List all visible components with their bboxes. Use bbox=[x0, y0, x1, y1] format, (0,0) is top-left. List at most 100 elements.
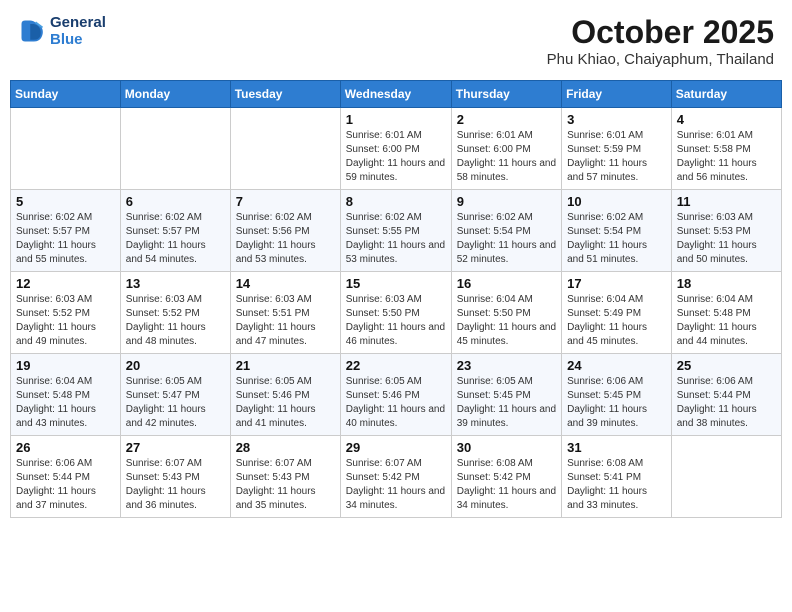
calendar-week-row: 1 Sunrise: 6:01 AMSunset: 6:00 PMDayligh… bbox=[11, 108, 782, 190]
day-number: 26 bbox=[16, 440, 115, 455]
table-row: 6 Sunrise: 6:02 AMSunset: 5:57 PMDayligh… bbox=[120, 190, 230, 272]
table-row: 23 Sunrise: 6:05 AMSunset: 5:45 PMDaylig… bbox=[451, 354, 561, 436]
day-info: Sunrise: 6:04 AMSunset: 5:49 PMDaylight:… bbox=[567, 293, 666, 349]
logo-text: General Blue bbox=[50, 14, 106, 48]
month-title: October 2025 bbox=[547, 14, 774, 51]
day-number: 12 bbox=[16, 276, 115, 291]
day-info: Sunrise: 6:01 AMSunset: 6:00 PMDaylight:… bbox=[346, 129, 446, 185]
day-info: Sunrise: 6:03 AMSunset: 5:50 PMDaylight:… bbox=[346, 293, 446, 349]
day-number: 21 bbox=[236, 358, 335, 373]
col-friday: Friday bbox=[562, 81, 672, 108]
day-info: Sunrise: 6:04 AMSunset: 5:48 PMDaylight:… bbox=[16, 375, 115, 431]
table-row: 22 Sunrise: 6:05 AMSunset: 5:46 PMDaylig… bbox=[340, 354, 451, 436]
day-number: 8 bbox=[346, 194, 446, 209]
col-wednesday: Wednesday bbox=[340, 81, 451, 108]
table-row: 26 Sunrise: 6:06 AMSunset: 5:44 PMDaylig… bbox=[11, 436, 121, 518]
page-header: General Blue October 2025 Phu Khiao, Cha… bbox=[10, 10, 782, 72]
table-row: 8 Sunrise: 6:02 AMSunset: 5:55 PMDayligh… bbox=[340, 190, 451, 272]
day-info: Sunrise: 6:08 AMSunset: 5:42 PMDaylight:… bbox=[457, 457, 556, 513]
table-row: 2 Sunrise: 6:01 AMSunset: 6:00 PMDayligh… bbox=[451, 108, 561, 190]
table-row: 13 Sunrise: 6:03 AMSunset: 5:52 PMDaylig… bbox=[120, 272, 230, 354]
day-number: 31 bbox=[567, 440, 666, 455]
table-row: 25 Sunrise: 6:06 AMSunset: 5:44 PMDaylig… bbox=[671, 354, 781, 436]
table-row: 27 Sunrise: 6:07 AMSunset: 5:43 PMDaylig… bbox=[120, 436, 230, 518]
table-row: 11 Sunrise: 6:03 AMSunset: 5:53 PMDaylig… bbox=[671, 190, 781, 272]
col-saturday: Saturday bbox=[671, 81, 781, 108]
day-number: 23 bbox=[457, 358, 556, 373]
table-row: 30 Sunrise: 6:08 AMSunset: 5:42 PMDaylig… bbox=[451, 436, 561, 518]
day-number: 10 bbox=[567, 194, 666, 209]
day-number: 1 bbox=[346, 112, 446, 127]
table-row: 12 Sunrise: 6:03 AMSunset: 5:52 PMDaylig… bbox=[11, 272, 121, 354]
table-row: 18 Sunrise: 6:04 AMSunset: 5:48 PMDaylig… bbox=[671, 272, 781, 354]
day-number: 4 bbox=[677, 112, 776, 127]
day-number: 18 bbox=[677, 276, 776, 291]
day-info: Sunrise: 6:07 AMSunset: 5:43 PMDaylight:… bbox=[236, 457, 335, 513]
calendar-week-row: 12 Sunrise: 6:03 AMSunset: 5:52 PMDaylig… bbox=[11, 272, 782, 354]
table-row: 7 Sunrise: 6:02 AMSunset: 5:56 PMDayligh… bbox=[230, 190, 340, 272]
table-row bbox=[230, 108, 340, 190]
day-number: 5 bbox=[16, 194, 115, 209]
day-number: 30 bbox=[457, 440, 556, 455]
table-row: 1 Sunrise: 6:01 AMSunset: 6:00 PMDayligh… bbox=[340, 108, 451, 190]
day-info: Sunrise: 6:04 AMSunset: 5:48 PMDaylight:… bbox=[677, 293, 776, 349]
table-row: 20 Sunrise: 6:05 AMSunset: 5:47 PMDaylig… bbox=[120, 354, 230, 436]
day-info: Sunrise: 6:02 AMSunset: 5:57 PMDaylight:… bbox=[126, 211, 225, 267]
table-row: 4 Sunrise: 6:01 AMSunset: 5:58 PMDayligh… bbox=[671, 108, 781, 190]
calendar-week-row: 26 Sunrise: 6:06 AMSunset: 5:44 PMDaylig… bbox=[11, 436, 782, 518]
location: Phu Khiao, Chaiyaphum, Thailand bbox=[547, 51, 774, 68]
day-info: Sunrise: 6:01 AMSunset: 6:00 PMDaylight:… bbox=[457, 129, 556, 185]
table-row: 16 Sunrise: 6:04 AMSunset: 5:50 PMDaylig… bbox=[451, 272, 561, 354]
table-row: 10 Sunrise: 6:02 AMSunset: 5:54 PMDaylig… bbox=[562, 190, 672, 272]
col-thursday: Thursday bbox=[451, 81, 561, 108]
calendar-week-row: 19 Sunrise: 6:04 AMSunset: 5:48 PMDaylig… bbox=[11, 354, 782, 436]
day-info: Sunrise: 6:06 AMSunset: 5:44 PMDaylight:… bbox=[16, 457, 115, 513]
day-number: 14 bbox=[236, 276, 335, 291]
day-info: Sunrise: 6:03 AMSunset: 5:51 PMDaylight:… bbox=[236, 293, 335, 349]
day-info: Sunrise: 6:07 AMSunset: 5:42 PMDaylight:… bbox=[346, 457, 446, 513]
day-number: 11 bbox=[677, 194, 776, 209]
day-info: Sunrise: 6:06 AMSunset: 5:45 PMDaylight:… bbox=[567, 375, 666, 431]
table-row: 9 Sunrise: 6:02 AMSunset: 5:54 PMDayligh… bbox=[451, 190, 561, 272]
logo: General Blue bbox=[18, 14, 106, 48]
table-row: 17 Sunrise: 6:04 AMSunset: 5:49 PMDaylig… bbox=[562, 272, 672, 354]
day-info: Sunrise: 6:02 AMSunset: 5:56 PMDaylight:… bbox=[236, 211, 335, 267]
day-number: 13 bbox=[126, 276, 225, 291]
table-row: 5 Sunrise: 6:02 AMSunset: 5:57 PMDayligh… bbox=[11, 190, 121, 272]
col-tuesday: Tuesday bbox=[230, 81, 340, 108]
day-info: Sunrise: 6:04 AMSunset: 5:50 PMDaylight:… bbox=[457, 293, 556, 349]
title-block: October 2025 Phu Khiao, Chaiyaphum, Thai… bbox=[547, 14, 774, 68]
table-row: 24 Sunrise: 6:06 AMSunset: 5:45 PMDaylig… bbox=[562, 354, 672, 436]
day-number: 3 bbox=[567, 112, 666, 127]
calendar-header-row: Sunday Monday Tuesday Wednesday Thursday… bbox=[11, 81, 782, 108]
col-monday: Monday bbox=[120, 81, 230, 108]
day-info: Sunrise: 6:08 AMSunset: 5:41 PMDaylight:… bbox=[567, 457, 666, 513]
table-row: 31 Sunrise: 6:08 AMSunset: 5:41 PMDaylig… bbox=[562, 436, 672, 518]
day-info: Sunrise: 6:06 AMSunset: 5:44 PMDaylight:… bbox=[677, 375, 776, 431]
day-number: 29 bbox=[346, 440, 446, 455]
day-number: 24 bbox=[567, 358, 666, 373]
table-row: 14 Sunrise: 6:03 AMSunset: 5:51 PMDaylig… bbox=[230, 272, 340, 354]
table-row: 29 Sunrise: 6:07 AMSunset: 5:42 PMDaylig… bbox=[340, 436, 451, 518]
day-number: 6 bbox=[126, 194, 225, 209]
table-row: 19 Sunrise: 6:04 AMSunset: 5:48 PMDaylig… bbox=[11, 354, 121, 436]
table-row bbox=[671, 436, 781, 518]
day-info: Sunrise: 6:05 AMSunset: 5:45 PMDaylight:… bbox=[457, 375, 556, 431]
calendar-week-row: 5 Sunrise: 6:02 AMSunset: 5:57 PMDayligh… bbox=[11, 190, 782, 272]
day-number: 15 bbox=[346, 276, 446, 291]
table-row: 15 Sunrise: 6:03 AMSunset: 5:50 PMDaylig… bbox=[340, 272, 451, 354]
day-number: 27 bbox=[126, 440, 225, 455]
day-number: 25 bbox=[677, 358, 776, 373]
day-info: Sunrise: 6:05 AMSunset: 5:46 PMDaylight:… bbox=[236, 375, 335, 431]
day-info: Sunrise: 6:02 AMSunset: 5:57 PMDaylight:… bbox=[16, 211, 115, 267]
day-info: Sunrise: 6:03 AMSunset: 5:53 PMDaylight:… bbox=[677, 211, 776, 267]
day-number: 2 bbox=[457, 112, 556, 127]
day-info: Sunrise: 6:03 AMSunset: 5:52 PMDaylight:… bbox=[126, 293, 225, 349]
day-number: 17 bbox=[567, 276, 666, 291]
day-info: Sunrise: 6:01 AMSunset: 5:58 PMDaylight:… bbox=[677, 129, 776, 185]
day-info: Sunrise: 6:02 AMSunset: 5:54 PMDaylight:… bbox=[457, 211, 556, 267]
day-info: Sunrise: 6:03 AMSunset: 5:52 PMDaylight:… bbox=[16, 293, 115, 349]
day-info: Sunrise: 6:02 AMSunset: 5:54 PMDaylight:… bbox=[567, 211, 666, 267]
day-info: Sunrise: 6:01 AMSunset: 5:59 PMDaylight:… bbox=[567, 129, 666, 185]
day-number: 20 bbox=[126, 358, 225, 373]
